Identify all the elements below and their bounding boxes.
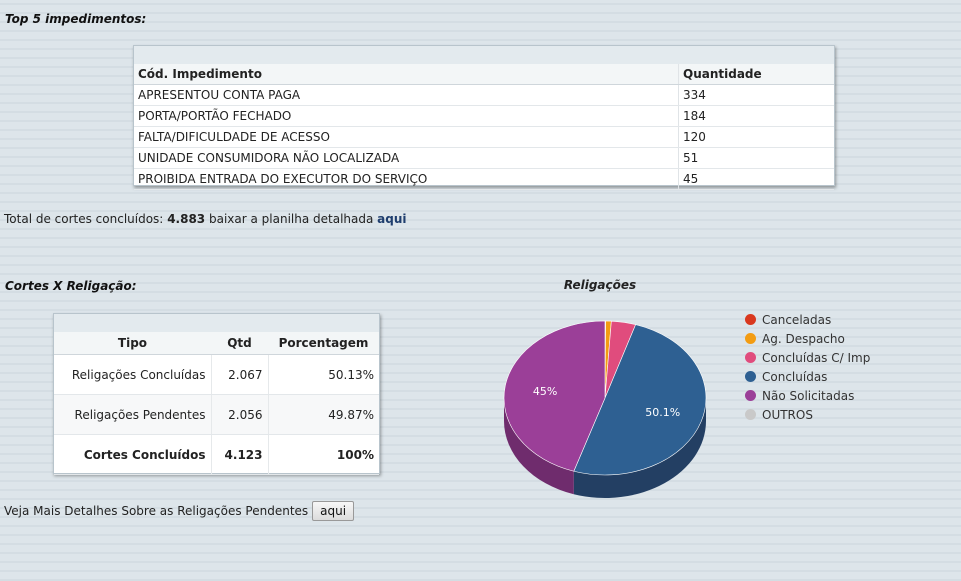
impedimento-name: PORTA/PORTÃO FECHADO — [134, 105, 679, 127]
legend-label: Canceladas — [762, 312, 832, 327]
percent-cell: 50.13% — [268, 354, 379, 395]
impedimentos-table: Cód. Impedimento Quantidade APRESENTOU C… — [134, 64, 834, 190]
col-header-porcentagem: Porcentagem — [268, 332, 379, 355]
pie-data-label: 50.1% — [645, 406, 680, 419]
table-caption-bar — [54, 314, 379, 332]
qtd-cell: 2.056 — [210, 394, 269, 435]
percent-cell: 100% — [268, 434, 379, 475]
download-spreadsheet-link[interactable]: aqui — [377, 212, 406, 226]
chart-title: Religações — [563, 278, 637, 292]
qtd-cell: 4.123 — [210, 434, 269, 475]
legend-item[interactable]: Ag. Despacho — [745, 329, 870, 348]
legend-item[interactable]: Não Solicitadas — [745, 386, 870, 405]
col-header-qtd: Qtd — [211, 332, 268, 355]
table-row: Religações Pendentes 2.056 49.87% — [54, 394, 379, 435]
pending-details-line: Veja Mais Detalhes Sobre as Religações P… — [4, 500, 355, 521]
table-row: PORTA/PORTÃO FECHADO 184 — [134, 105, 834, 127]
legend-label: Concluídas — [762, 369, 828, 384]
impedimento-name: UNIDADE CONSUMIDORA NÃO LOCALIZADA — [134, 147, 679, 169]
religacoes-pie-chart: 50.1% 45% — [503, 320, 707, 498]
legend-swatch — [745, 409, 756, 420]
impedimento-qty: 45 — [678, 168, 834, 190]
legend-swatch — [745, 390, 756, 401]
impedimentos-table-panel: Cód. Impedimento Quantidade APRESENTOU C… — [133, 45, 835, 190]
pie-data-label: 45% — [533, 385, 557, 398]
impedimento-name: PROIBIDA ENTRADA DO EXECUTOR DO SERVIÇO — [134, 168, 679, 190]
legend-swatch — [745, 371, 756, 382]
legend-label: OUTROS — [762, 407, 813, 422]
legend-swatch — [745, 352, 756, 363]
total-cortes-line: Total de cortes concluídos: 4.883 baixar… — [4, 212, 407, 226]
chart-legend: Canceladas Ag. Despacho Concluídas C/ Imp C… — [745, 310, 870, 424]
col-header-cod-impedimento: Cód. Impedimento — [134, 64, 679, 85]
col-header-tipo: Tipo — [54, 332, 211, 355]
percent-cell: 49.87% — [268, 394, 379, 435]
table-row: PROIBIDA ENTRADA DO EXECUTOR DO SERVIÇO … — [134, 168, 834, 190]
legend-swatch — [745, 333, 756, 344]
impedimento-qty: 334 — [678, 84, 834, 106]
impedimento-qty: 120 — [678, 126, 834, 148]
legend-swatch — [745, 314, 756, 325]
legend-label: Concluídas C/ Imp — [762, 350, 871, 365]
impedimento-name: FALTA/DIFICULDADE DE ACESSO — [134, 126, 679, 148]
total-prefix: Total de cortes concluídos: — [4, 212, 164, 226]
table-row: FALTA/DIFICULDADE DE ACESSO 120 — [134, 126, 834, 148]
pending-details-text: Veja Mais Detalhes Sobre as Religações P… — [4, 503, 309, 518]
tipo-cell: Religações Concluídas — [54, 354, 211, 395]
tipo-cell: Cortes Concluídos — [54, 434, 211, 475]
impedimento-name: APRESENTOU CONTA PAGA — [134, 84, 679, 106]
cortes-religacao-title: Cortes X Religação: — [5, 279, 137, 293]
legend-item[interactable]: Canceladas — [745, 310, 870, 329]
table-row: APRESENTOU CONTA PAGA 334 — [134, 84, 834, 106]
legend-item[interactable]: Concluídas C/ Imp — [745, 348, 870, 367]
table-caption-bar — [134, 46, 834, 64]
impedimento-qty: 184 — [678, 105, 834, 127]
qtd-cell: 2.067 — [210, 354, 269, 395]
legend-label: Ag. Despacho — [762, 331, 845, 346]
cortes-religacao-panel: Tipo Qtd Porcentagem Religações Concluíd… — [53, 313, 380, 475]
col-header-quantidade: Quantidade — [678, 64, 834, 85]
table-row: Religações Concluídas 2.067 50.13% — [54, 354, 379, 395]
pie-slices — [503, 320, 707, 476]
total-value: 4.883 — [167, 212, 206, 226]
legend-label: Não Solicitadas — [762, 388, 855, 403]
pending-details-button[interactable]: aqui — [312, 500, 355, 521]
tipo-cell: Religações Pendentes — [54, 394, 211, 435]
table-total-row: Cortes Concluídos 4.123 100% — [54, 434, 379, 475]
cortes-religacao-table: Tipo Qtd Porcentagem Religações Concluíd… — [54, 332, 379, 475]
table-row: UNIDADE CONSUMIDORA NÃO LOCALIZADA 51 — [134, 147, 834, 169]
legend-item[interactable]: Concluídas — [745, 367, 870, 386]
total-middle: baixar a planilha detalhada — [208, 212, 374, 226]
legend-item[interactable]: OUTROS — [745, 405, 870, 424]
top5-title: Top 5 impedimentos: — [5, 12, 147, 26]
impedimento-qty: 51 — [678, 147, 834, 169]
